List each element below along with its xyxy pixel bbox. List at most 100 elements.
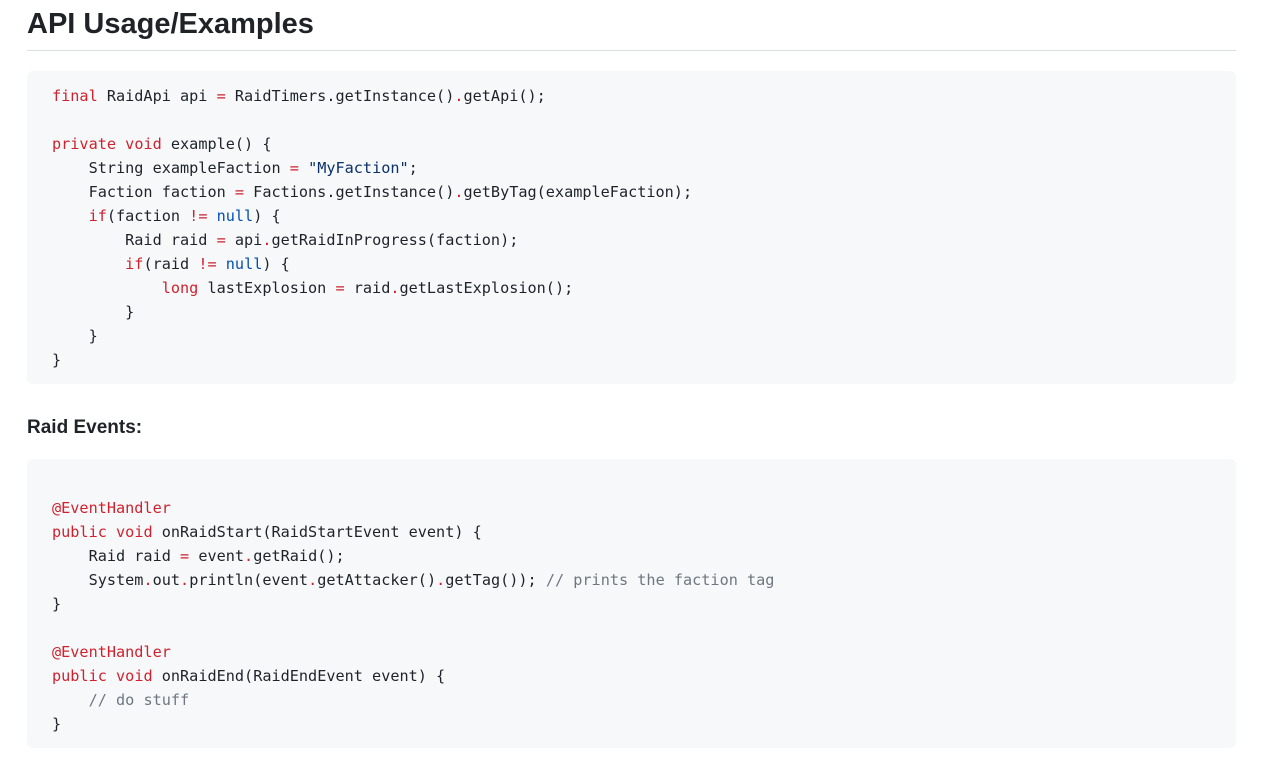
code-token: . — [244, 547, 254, 565]
section-heading: API Usage/Examples — [27, 0, 1236, 51]
code-token: "MyFaction" — [308, 159, 409, 177]
code-token: RaidApi api — [97, 87, 217, 105]
subheading-raid-events: Raid Events: — [27, 417, 143, 438]
code-token: ) { — [262, 255, 290, 273]
code-token: Raid raid — [52, 547, 181, 565]
code-token: . — [390, 279, 400, 297]
code-token: null — [225, 255, 263, 273]
code-token: String exampleFaction — [52, 159, 290, 177]
code-token: } — [52, 327, 98, 345]
code-token: onRaidStart(RaidStartEvent event) { — [152, 523, 482, 541]
code-token: getLastExplosion(); — [399, 279, 574, 297]
code-token: getRaid(); — [253, 547, 345, 565]
code-token: event — [189, 547, 245, 565]
code-token: raid — [344, 279, 391, 297]
code-token: . — [454, 183, 464, 201]
code-block-api-usage: final RaidApi api = RaidTimers.getInstan… — [27, 71, 1236, 384]
code-token: @EventHandler — [52, 499, 171, 517]
code-token: public — [52, 523, 107, 541]
code-line: } — [52, 712, 1211, 736]
code-token: onRaidEnd(RaidEndEvent event) { — [152, 667, 446, 685]
code-token: @EventHandler — [52, 643, 171, 661]
code-line: Raid raid = api.getRaidInProgress(factio… — [52, 228, 1211, 252]
code-line: String exampleFaction = "MyFaction"; — [52, 156, 1211, 180]
code-token: getTag()); — [445, 571, 546, 589]
code-token: } — [52, 595, 62, 613]
code-content: @EventHandler public void onRaidStart(Rai… — [52, 496, 1211, 736]
code-token: . — [436, 571, 446, 589]
code-token: null — [216, 207, 254, 225]
code-token: void — [116, 523, 153, 541]
code-token: = — [216, 87, 226, 105]
code-token: Factions.getInstance() — [244, 183, 455, 201]
code-token: = — [216, 231, 226, 249]
code-token: api — [225, 231, 263, 249]
code-line: } — [52, 324, 1211, 348]
code-token: public — [52, 667, 107, 685]
code-token: } — [52, 303, 135, 321]
code-token: Raid raid — [52, 231, 217, 249]
code-block-raid-events: @EventHandler public void onRaidStart(Rai… — [27, 459, 1236, 748]
code-token: . — [180, 571, 190, 589]
code-token: System — [52, 571, 144, 589]
code-token: . — [454, 87, 464, 105]
code-line: final RaidApi api = RaidTimers.getInstan… — [52, 84, 1211, 108]
code-token: (raid — [143, 255, 199, 273]
code-token: if — [88, 207, 107, 225]
code-line: public void onRaidStart(RaidStartEvent e… — [52, 520, 1211, 544]
code-line: @EventHandler — [52, 640, 1211, 664]
code-token: . — [308, 571, 318, 589]
code-token: (faction — [106, 207, 190, 225]
code-line: if(faction != null) { — [52, 204, 1211, 228]
code-line: long lastExplosion = raid.getLastExplosi… — [52, 276, 1211, 300]
code-line: } — [52, 300, 1211, 324]
code-token: // prints the faction tag — [545, 571, 775, 589]
code-token: long — [161, 279, 199, 297]
code-token: RaidTimers.getInstance() — [225, 87, 455, 105]
code-token: getRaidInProgress(faction); — [271, 231, 519, 249]
code-content: final RaidApi api = RaidTimers.getInstan… — [52, 84, 1211, 372]
code-token: getByTag(exampleFaction); — [463, 183, 693, 201]
code-line: } — [52, 348, 1211, 372]
readme-content: API Usage/Examples final RaidApi api = R… — [27, 0, 1236, 748]
code-token: getAttacker() — [317, 571, 437, 589]
code-token: != — [198, 255, 217, 273]
code-token: getApi(); — [463, 87, 546, 105]
code-token: println(event — [189, 571, 309, 589]
code-token: } — [52, 715, 62, 733]
code-line: Faction faction = Factions.getInstance()… — [52, 180, 1211, 204]
code-token: if — [125, 255, 144, 273]
code-line: private void example() { — [52, 132, 1211, 156]
code-line: } — [52, 592, 1211, 616]
code-token: // do stuff — [88, 691, 190, 709]
code-token: = — [289, 159, 299, 177]
code-token: void — [125, 135, 162, 153]
code-token: example() { — [161, 135, 272, 153]
code-token: = — [335, 279, 345, 297]
code-line: @EventHandler — [52, 496, 1211, 520]
code-token: private — [52, 135, 117, 153]
code-token: final — [52, 87, 98, 105]
code-token: } — [52, 351, 62, 369]
code-token: lastExplosion — [198, 279, 336, 297]
code-line: if(raid != null) { — [52, 252, 1211, 276]
code-token: . — [143, 571, 153, 589]
code-line: public void onRaidEnd(RaidEndEvent event… — [52, 664, 1211, 688]
code-token: Faction faction — [52, 183, 235, 201]
code-token: ) { — [253, 207, 281, 225]
code-token: ; — [408, 159, 418, 177]
code-token: out — [152, 571, 181, 589]
code-line: System.out.println(event.getAttacker().g… — [52, 568, 1211, 592]
